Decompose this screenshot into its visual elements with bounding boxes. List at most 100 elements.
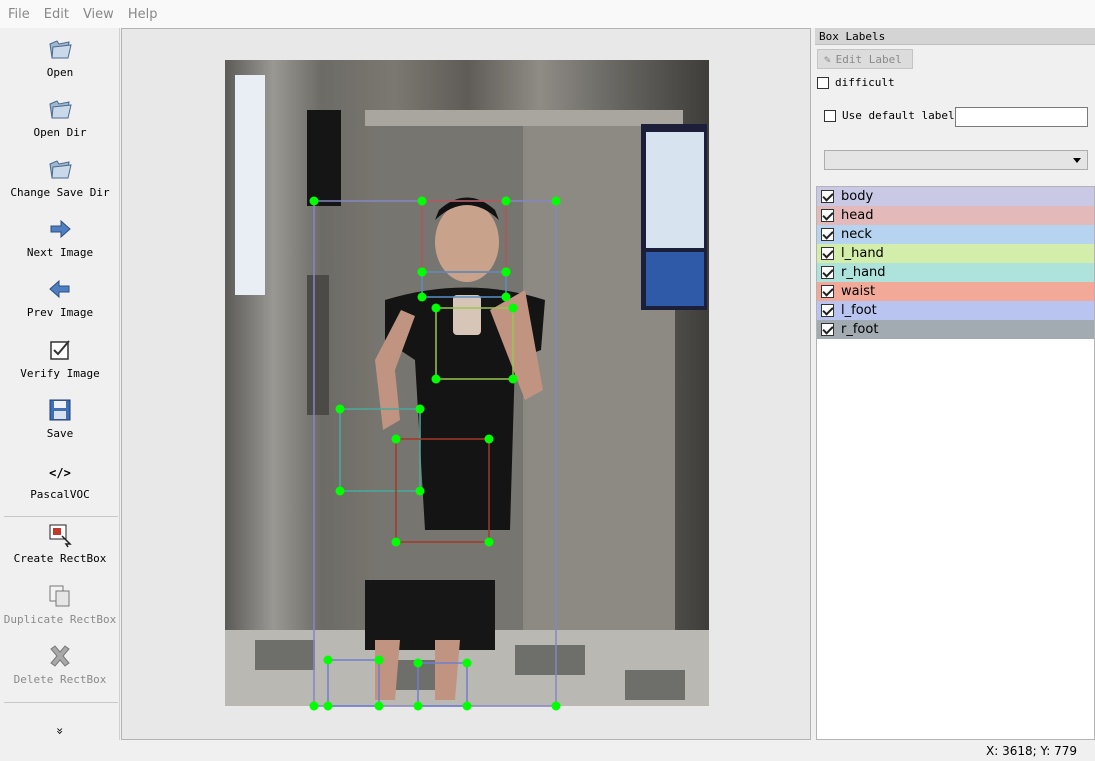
label-visibility-checkbox[interactable] (821, 285, 834, 298)
bbox-vertex-handle[interactable] (391, 537, 401, 547)
bbox-vertex-handle[interactable] (413, 701, 423, 711)
bbox-neck[interactable] (421, 271, 507, 298)
save-button[interactable]: Save (0, 397, 120, 440)
folder-icon (49, 160, 72, 179)
menu-help[interactable]: Help (128, 7, 158, 22)
next-image-label: Next Image (26, 246, 94, 259)
default-label-input[interactable] (955, 107, 1088, 127)
menu-file[interactable]: File (8, 7, 30, 22)
toolbar-separator (4, 702, 118, 703)
label-name: l_hand (841, 246, 884, 261)
bbox-vertex-handle[interactable] (374, 655, 384, 665)
use-default-label-checkbox[interactable] (824, 109, 836, 122)
label-list-item[interactable]: r_foot (817, 320, 1094, 339)
label-list-item[interactable]: head (817, 206, 1094, 225)
bbox-vertex-handle[interactable] (323, 701, 333, 711)
bbox-vertex-handle[interactable] (309, 701, 319, 711)
delete-rectbox-button[interactable]: Delete RectBox (0, 643, 120, 686)
bbox-vertex-handle[interactable] (415, 404, 425, 414)
bbox-head[interactable] (421, 200, 507, 273)
bbox-vertex-handle[interactable] (508, 303, 518, 313)
bbox-l_foot[interactable] (327, 659, 380, 707)
bbox-vertex-handle[interactable] (501, 267, 511, 277)
bbox-vertex-handle[interactable] (462, 658, 472, 668)
use-default-label-text: Use default label (842, 109, 955, 122)
difficult-checkbox[interactable] (817, 76, 829, 89)
label-list: body head neck l_hand r_handwaist l_foot r_foo… (816, 186, 1095, 740)
label-visibility-checkbox[interactable] (821, 304, 834, 317)
bbox-l_hand[interactable] (435, 307, 514, 380)
open-button[interactable]: Open (0, 36, 120, 79)
bbox-vertex-handle[interactable] (417, 267, 427, 277)
use-default-label-row: Use default label (824, 109, 955, 122)
menu-view[interactable]: View (83, 7, 114, 22)
bbox-vertex-handle[interactable] (551, 196, 561, 206)
label-combobox[interactable] (824, 150, 1088, 170)
next-image-button[interactable]: Next Image (0, 216, 120, 259)
bbox-vertex-handle[interactable] (501, 292, 511, 302)
bbox-vertex-handle[interactable] (335, 486, 345, 496)
bbox-vertex-handle[interactable] (413, 658, 423, 668)
label-list-item[interactable]: l_hand (817, 244, 1094, 263)
prev-image-label: Prev Image (26, 306, 94, 319)
label-list-item[interactable]: waist (817, 282, 1094, 301)
toolbar: Open Open Dir Change Save Dir Next Image… (0, 28, 120, 740)
prev-image-button[interactable]: Prev Image (0, 276, 120, 319)
open-dir-button[interactable]: Open Dir (0, 96, 120, 139)
label-list-item[interactable]: l_foot (817, 301, 1094, 320)
menu-edit[interactable]: Edit (44, 7, 69, 22)
bbox-vertex-handle[interactable] (484, 537, 494, 547)
difficult-label: difficult (835, 76, 895, 89)
create-rectbox-button[interactable]: Create RectBox (0, 522, 120, 565)
bbox-body[interactable] (313, 200, 557, 707)
bbox-vertex-handle[interactable] (374, 701, 384, 711)
bbox-vertex-handle[interactable] (417, 292, 427, 302)
box-labels-panel: Box Labels ✎ Edit Label difficult Use de… (815, 28, 1095, 740)
verify-image-label: Verify Image (20, 367, 100, 380)
label-visibility-checkbox[interactable] (821, 228, 834, 241)
bbox-vertex-handle[interactable] (501, 196, 511, 206)
change-save-dir-button[interactable]: Change Save Dir (0, 156, 120, 199)
draw-rect-icon (49, 524, 72, 548)
save-label: Save (46, 427, 74, 440)
duplicate-rectbox-button[interactable]: Duplicate RectBox (0, 583, 120, 626)
format-label: PascalVOC (30, 488, 90, 501)
bbox-vertex-handle[interactable] (415, 486, 425, 496)
bbox-vertex-handle[interactable] (508, 374, 518, 384)
toolbar-separator (4, 516, 118, 517)
label-name: l_foot (841, 303, 877, 318)
label-name: r_hand (841, 265, 886, 280)
bbox-r_hand[interactable] (339, 408, 421, 492)
label-list-item[interactable]: r_hand (817, 263, 1094, 282)
verify-image-button[interactable]: Verify Image (0, 337, 120, 380)
bbox-vertex-handle[interactable] (309, 196, 319, 206)
bbox-vertex-handle[interactable] (323, 655, 333, 665)
label-visibility-checkbox[interactable] (821, 190, 834, 203)
bbox-vertex-handle[interactable] (484, 434, 494, 444)
label-name: r_foot (841, 322, 879, 337)
expand-toolbar-icon[interactable]: » (53, 721, 67, 741)
bbox-vertex-handle[interactable] (335, 404, 345, 414)
bbox-vertex-handle[interactable] (431, 303, 441, 313)
edit-label-button[interactable]: ✎ Edit Label (817, 49, 913, 69)
arrow-right-icon (50, 219, 71, 239)
format-button[interactable]: </> PascalVOC (0, 462, 120, 501)
label-visibility-checkbox[interactable] (821, 247, 834, 260)
delete-x-icon (50, 645, 70, 667)
bbox-vertex-handle[interactable] (417, 196, 427, 206)
checkbox-icon (50, 340, 70, 360)
bbox-vertex-handle[interactable] (551, 701, 561, 711)
change-save-dir-label: Change Save Dir (10, 186, 110, 199)
label-visibility-checkbox[interactable] (821, 323, 834, 336)
bbox-vertex-handle[interactable] (431, 374, 441, 384)
open-dir-label: Open Dir (33, 126, 87, 139)
bbox-vertex-handle[interactable] (391, 434, 401, 444)
open-label: Open (46, 66, 74, 79)
label-visibility-checkbox[interactable] (821, 209, 834, 222)
label-visibility-checkbox[interactable] (821, 266, 834, 279)
bbox-vertex-handle[interactable] (462, 701, 472, 711)
image-canvas[interactable] (121, 28, 811, 740)
bbox-r_foot[interactable] (417, 662, 468, 707)
label-list-item[interactable]: neck (817, 225, 1094, 244)
label-list-item[interactable]: body (817, 187, 1094, 206)
